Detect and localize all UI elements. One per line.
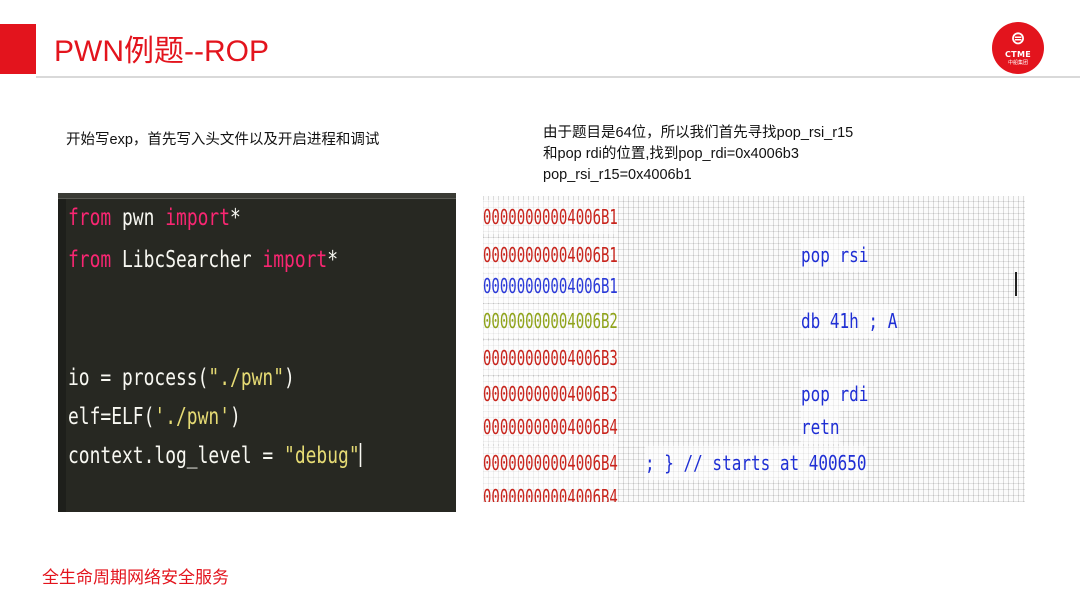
disasm-row: 00000000004006B1 bbox=[483, 200, 1025, 234]
disasm-row: 00000000004006B1 pop rsi bbox=[483, 238, 1025, 272]
disasm-row: 00000000004006B3 pop rdi bbox=[483, 377, 1025, 411]
slide-title: PWN例题--ROP bbox=[54, 35, 269, 68]
disasm-row: 00000000004006B4 ; } // starts at 400650 bbox=[483, 446, 1025, 480]
code-text: context.log_level = bbox=[68, 443, 285, 469]
disasm-row: 00000000004006B4 retn bbox=[483, 410, 1025, 444]
code-line: from LibcSearcher import* bbox=[68, 245, 338, 275]
code-string: "debug" bbox=[284, 443, 360, 469]
logo-subtitle: 中船集团 bbox=[1007, 60, 1028, 66]
editor-top-border bbox=[58, 193, 456, 199]
logo-mark: ⊜ bbox=[1010, 28, 1026, 49]
editor-gutter bbox=[58, 199, 66, 512]
disasm-row: 00000000004006B3 bbox=[483, 341, 1025, 375]
code-keyword: import bbox=[165, 205, 231, 231]
slide-footer: 全生命周期网络安全服务 bbox=[42, 568, 229, 587]
code-editor-screenshot: from pwn import* from LibcSearcher impor… bbox=[58, 193, 456, 512]
text-cursor bbox=[1015, 272, 1017, 296]
code-keyword: from bbox=[68, 247, 112, 273]
code-string: './pwn' bbox=[154, 404, 231, 430]
disasm-row: 00000000004006B2 db 41h ; A bbox=[483, 304, 1025, 338]
ctme-logo-icon: ⊜ CTME 中船集团 bbox=[992, 22, 1044, 74]
disasm-address: 00000000004006B4 bbox=[483, 480, 618, 502]
disasm-instruction: ; } // starts at 400650 bbox=[645, 446, 867, 480]
disasm-instruction: pop rdi bbox=[801, 377, 869, 411]
disassembly-screenshot: 00000000004006B1 00000000004006B1 pop rs… bbox=[483, 196, 1025, 502]
code-keyword: import bbox=[262, 247, 328, 273]
right-note-line: pop_rsi_r15=0x4006b1 bbox=[543, 167, 692, 183]
code-text: LibcSearcher bbox=[111, 247, 263, 273]
disasm-address: 00000000004006B2 bbox=[483, 304, 618, 338]
code-line: from pwn import* bbox=[68, 203, 241, 233]
logo-brand: CTME bbox=[1005, 50, 1031, 59]
right-note: 由于题目是64位，所以我们首先寻找pop_rsi_r15 和pop rdi的位置… bbox=[543, 123, 963, 186]
disasm-row: 00000000004006B1 bbox=[483, 269, 1025, 303]
right-note-line: 和pop rdi的位置,找到pop_rdi=0x4006b3 bbox=[543, 146, 799, 162]
code-text: ) bbox=[284, 365, 295, 391]
code-line: elf=ELF('./pwn') bbox=[68, 402, 241, 432]
disasm-instruction: db 41h ; A bbox=[801, 304, 898, 338]
disasm-address: 00000000004006B3 bbox=[483, 341, 618, 375]
title-accent-bar bbox=[0, 24, 36, 74]
code-text: * bbox=[230, 205, 241, 231]
disasm-instruction: pop rsi bbox=[801, 238, 869, 272]
code-text: io = process( bbox=[68, 365, 209, 391]
disasm-instruction: retn bbox=[801, 410, 840, 444]
code-string: "./pwn" bbox=[208, 365, 285, 391]
disasm-address: 00000000004006B1 bbox=[483, 200, 618, 234]
code-text: elf=ELF( bbox=[68, 404, 155, 430]
right-note-line: 由于题目是64位，所以我们首先寻找pop_rsi_r15 bbox=[543, 125, 854, 141]
disasm-address: 00000000004006B4 bbox=[483, 410, 618, 444]
left-note: 开始写exp，首先写入头文件以及开启进程和调试 bbox=[66, 132, 380, 148]
code-line: io = process("./pwn") bbox=[68, 363, 295, 393]
title-divider bbox=[36, 76, 1080, 78]
code-line: context.log_level = "debug" bbox=[68, 441, 362, 471]
code-keyword: from bbox=[68, 205, 112, 231]
code-text: * bbox=[327, 247, 339, 273]
disasm-address: 00000000004006B4 bbox=[483, 446, 618, 480]
disasm-address: 00000000004006B1 bbox=[483, 238, 618, 272]
code-text: pwn bbox=[111, 205, 166, 231]
disasm-address: 00000000004006B1 bbox=[483, 269, 618, 303]
text-caret bbox=[359, 443, 362, 467]
disasm-row: 00000000004006B4 bbox=[483, 480, 1025, 502]
code-text: ) bbox=[230, 404, 241, 430]
disasm-address: 00000000004006B3 bbox=[483, 377, 618, 411]
